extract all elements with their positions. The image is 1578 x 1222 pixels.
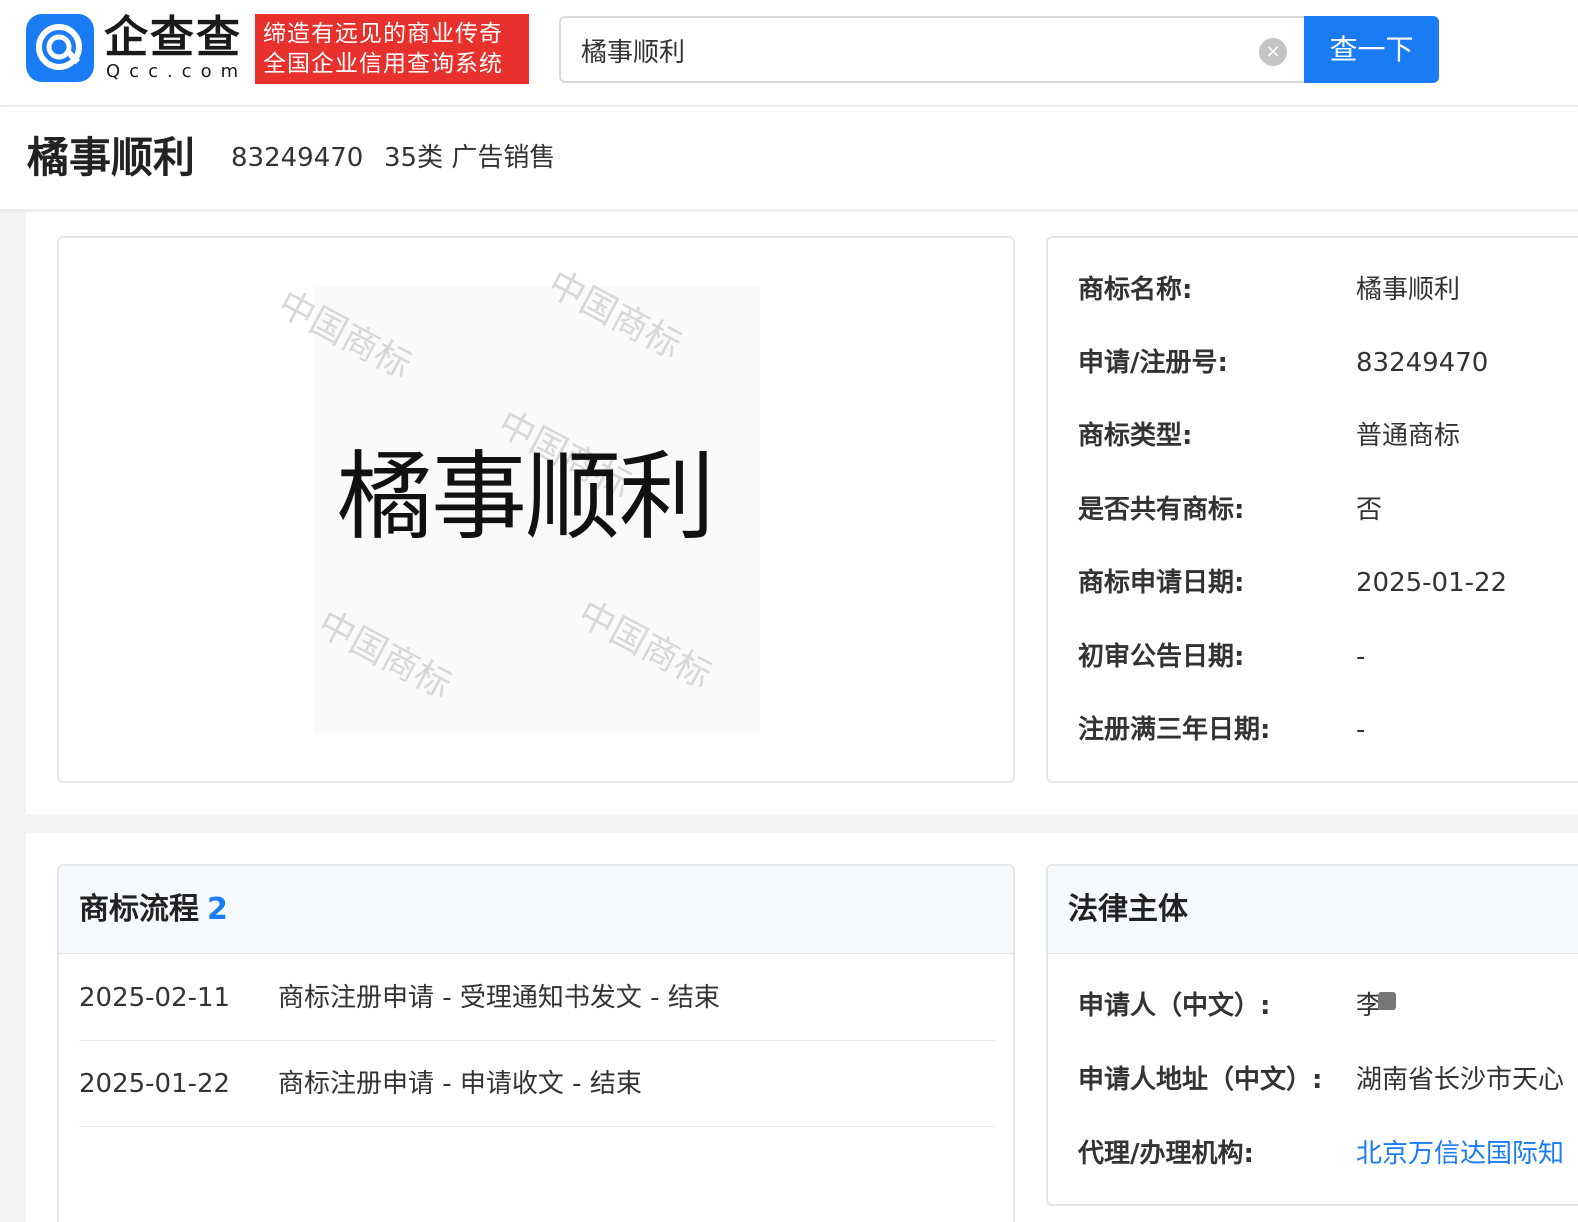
flow-title-text: 商标流程 xyxy=(79,892,199,927)
info-value: 橘事顺利 xyxy=(1356,275,1461,305)
slogan-line-2: 全国企业信用查询系统 xyxy=(263,51,503,77)
legal-entity-card: 法律主体 申请人（中文）: 李 申请人地址（中文）: 湖南省长沙市天心 代理/办… xyxy=(1046,864,1578,1206)
info-row-apply-date: 商标申请日期: 2025-01-22 xyxy=(1078,565,1578,601)
info-label: 商标名称: xyxy=(1078,275,1193,305)
flow-title: 商标流程 2 xyxy=(79,891,228,929)
watermark: 中国商标 xyxy=(541,263,688,367)
info-row-announce-date: 初审公告日期: - xyxy=(1078,639,1578,675)
redacted-mask xyxy=(1378,992,1397,1010)
trademark-text: 橘事顺利 xyxy=(337,441,715,553)
top-bar: 企查查 Qcc.com 缔造有远见的商业传奇 全国企业信用查询系统 × 查一下 xyxy=(0,0,1578,106)
trademark-info-card: 商标名称: 橘事顺利 申请/注册号: 83249470 商标类型: 普通商标 是… xyxy=(1046,236,1578,783)
flow-date: 2025-01-22 xyxy=(79,1069,231,1099)
legal-row-address: 申请人地址（中文）: 湖南省长沙市天心 xyxy=(1078,1062,1578,1098)
info-value: 否 xyxy=(1356,495,1383,525)
watermark: 中国商标 xyxy=(311,603,458,707)
slogan-line-1: 缔造有远见的商业传奇 xyxy=(263,21,503,47)
info-label: 初审公告日期: xyxy=(1078,642,1245,672)
trademark-flow-card: 商标流程 2 2025-02-11 商标注册申请 - 受理通知书发文 - 结束 2… xyxy=(57,864,1015,1222)
title-bar: 橘事顺利 83249470 35类 广告销售 xyxy=(0,107,1578,209)
search-button[interactable]: 查一下 xyxy=(1304,16,1439,83)
qcc-logo-icon[interactable] xyxy=(26,14,94,82)
agency-link[interactable]: 北京万信达国际知 xyxy=(1356,1136,1564,1172)
flow-row: 2025-01-22 商标注册申请 - 申请收文 - 结束 xyxy=(79,1041,995,1127)
title-class: 35类 广告销售 xyxy=(384,143,556,173)
title-reg-number: 83249470 xyxy=(231,143,364,173)
info-row-reg-number: 申请/注册号: 83249470 xyxy=(1078,345,1578,381)
legal-row-agency: 代理/办理机构: 北京万信达国际知 xyxy=(1078,1136,1578,1172)
info-label: 申请/注册号: xyxy=(1078,348,1228,378)
info-label: 代理/办理机构: xyxy=(1078,1139,1254,1169)
page-title: 橘事顺利 xyxy=(27,133,196,182)
flow-card-header: 商标流程 2 xyxy=(59,866,1013,954)
search-input[interactable] xyxy=(581,30,1241,70)
legal-row-applicant: 申请人（中文）: 李 xyxy=(1078,988,1578,1024)
search-box: × xyxy=(559,16,1305,83)
info-label: 注册满三年日期: xyxy=(1078,715,1271,745)
info-row-name: 商标名称: 橘事顺利 xyxy=(1078,272,1578,308)
flow-description: 商标注册申请 - 申请收文 - 结束 xyxy=(278,1069,642,1099)
info-value: - xyxy=(1356,642,1366,672)
info-value: 2025-01-22 xyxy=(1356,568,1508,598)
trademark-image-card: 中国商标 中国商标 中国商标 中国商标 中国商标 橘事顺利 xyxy=(57,236,1015,783)
clear-icon[interactable]: × xyxy=(1259,38,1287,66)
info-row-shared: 是否共有商标: 否 xyxy=(1078,492,1578,528)
info-label: 商标申请日期: xyxy=(1078,568,1245,598)
info-row-type: 商标类型: 普通商标 xyxy=(1078,418,1578,454)
info-row-three-year-date: 注册满三年日期: - xyxy=(1078,712,1578,748)
flow-row: 2025-02-11 商标注册申请 - 受理通知书发文 - 结束 xyxy=(79,955,995,1041)
info-value: 李 xyxy=(1356,988,1397,1024)
info-value: 湖南省长沙市天心 xyxy=(1356,1065,1565,1095)
info-label: 申请人地址（中文）: xyxy=(1078,1065,1323,1095)
info-label: 申请人（中文）: xyxy=(1078,991,1271,1021)
info-value: - xyxy=(1356,715,1366,745)
flow-date: 2025-02-11 xyxy=(79,983,231,1013)
logo-english: Qcc.com xyxy=(106,61,248,82)
logo-text[interactable]: 企查查 Qcc.com xyxy=(104,12,250,82)
legal-card-header: 法律主体 xyxy=(1048,866,1578,954)
info-value: 83249470 xyxy=(1356,348,1489,378)
logo-chinese: 企查查 xyxy=(104,12,242,63)
watermark: 中国商标 xyxy=(571,593,718,697)
flow-count: 2 xyxy=(207,892,228,927)
info-label: 商标类型: xyxy=(1078,421,1193,451)
slogan-banner: 缔造有远见的商业传奇 全国企业信用查询系统 xyxy=(255,14,529,84)
watermark: 中国商标 xyxy=(271,283,418,387)
info-value: 普通商标 xyxy=(1356,421,1461,451)
flow-description: 商标注册申请 - 受理通知书发文 - 结束 xyxy=(278,983,720,1013)
legal-title: 法律主体 xyxy=(1068,892,1188,927)
info-label: 是否共有商标: xyxy=(1078,495,1245,525)
